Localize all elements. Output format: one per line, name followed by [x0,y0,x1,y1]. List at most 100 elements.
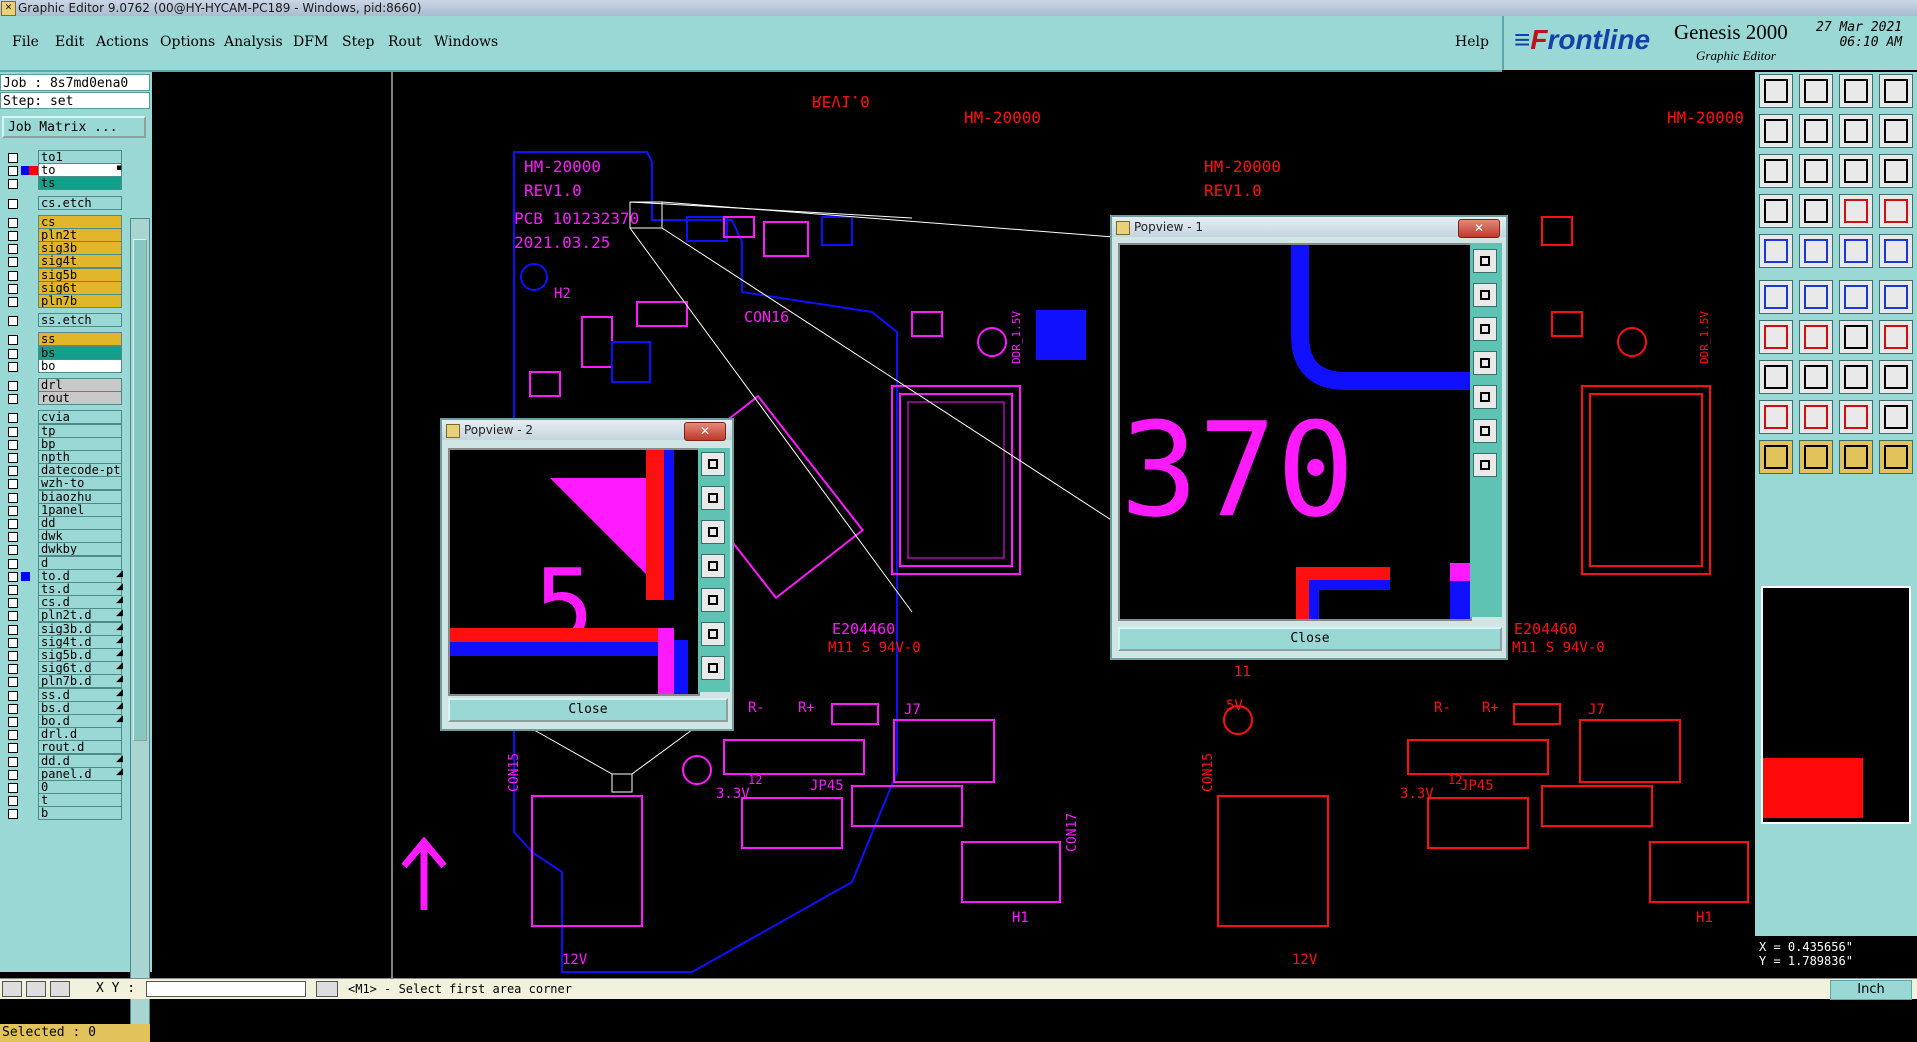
layer-checkbox[interactable] [8,571,18,582]
slot-icon[interactable] [1839,400,1873,434]
layer-checkbox[interactable] [8,756,18,767]
layer-checkbox[interactable] [8,598,18,609]
popview-print-button[interactable] [1473,317,1497,341]
popview-zoom-button[interactable] [701,452,725,476]
menu-help[interactable]: Help [1455,34,1489,50]
popview-home-button[interactable] [701,486,725,510]
help-icon[interactable] [1879,154,1913,188]
layer-checkbox[interactable] [8,297,18,307]
pause-icon[interactable] [316,981,338,997]
zoom-home-icon[interactable] [1799,154,1833,188]
layer-checkbox[interactable] [8,585,18,595]
layer-name[interactable]: dd [38,516,122,530]
layer-name[interactable]: dd.d [38,753,122,768]
triangle-icon[interactable] [1759,400,1793,434]
layer-name[interactable]: ss.etch [38,313,122,328]
layer-checkbox[interactable] [8,153,18,163]
popview-back-button[interactable] [1473,351,1497,375]
layer-row-b[interactable]: b [2,806,122,821]
popview-2-close-x[interactable]: ✕ [684,422,726,441]
layer-checkbox[interactable] [8,198,18,209]
text-icon[interactable] [1879,320,1913,354]
drill-icon[interactable] [1799,400,1833,434]
layer-name[interactable]: pln7b.d [38,674,122,689]
job-matrix-button[interactable]: Job Matrix ... [2,116,146,138]
select-tool-icon[interactable] [2,981,22,997]
layer-checkbox[interactable] [8,545,18,556]
snap-tool-icon[interactable] [26,981,46,997]
layer-checkbox[interactable] [8,426,18,437]
layer-checkbox[interactable] [8,519,18,529]
add-pad-icon[interactable] [1759,234,1793,268]
xy-input[interactable] [146,981,306,997]
layer-name[interactable]: sig6t [38,280,122,295]
menu-rout[interactable]: Rout [388,34,422,50]
pointer-icon[interactable] [1759,440,1793,474]
layer-checkbox[interactable] [8,651,18,661]
dimension-icon[interactable] [1879,440,1913,474]
layer-checkbox[interactable] [8,244,18,255]
layer-checkbox[interactable] [8,796,18,807]
popview-1-window[interactable]: Popview - 1 ✕ 370 Close [1110,215,1508,660]
layer-name[interactable]: sig6t.d [38,661,122,676]
layer-checkbox[interactable] [8,316,18,327]
popview-fit-button[interactable] [1473,419,1497,443]
line-icon[interactable] [1799,320,1833,354]
angle-icon[interactable] [1759,320,1793,354]
layer-checkbox[interactable] [8,690,18,701]
layer-checkbox[interactable] [8,783,18,793]
layer-name[interactable]: 1panel [38,502,122,517]
layer-name[interactable]: cvia [38,410,122,425]
popview-1-titlebar[interactable]: Popview - 1 [1112,217,1506,237]
move-icon[interactable] [1759,360,1793,394]
layer-row-rout[interactable]: rout [2,391,122,406]
layer-name[interactable]: rout.d [38,740,122,755]
popview-home-button[interactable] [1473,283,1497,307]
layer-name[interactable]: dwk [38,529,122,544]
layer-name[interactable]: sig4t [38,254,122,269]
layer-name[interactable]: sig5b.d [38,648,122,662]
snap-icon[interactable] [1879,114,1913,148]
touch-icon[interactable] [1839,440,1873,474]
layer-checkbox[interactable] [8,394,18,405]
add-line-icon[interactable] [1799,234,1833,268]
route-icon[interactable] [1879,280,1913,314]
layer-name[interactable]: bs.d [38,700,122,715]
layer-name[interactable]: rout [38,391,122,406]
add-surface-icon[interactable] [1839,234,1873,268]
layer-name[interactable]: panel.d [38,766,122,781]
layer-name[interactable]: drl [38,378,122,392]
layer-name[interactable]: sig3b.d [38,621,122,636]
popview-fit-button[interactable] [701,622,725,646]
layer-name[interactable]: to [38,163,122,178]
layer-name[interactable]: sig4t.d [38,634,122,649]
layer-checkbox[interactable] [8,335,18,346]
overview-map[interactable] [1761,586,1911,824]
layer-checkbox[interactable] [8,231,18,241]
layer-name[interactable]: to.d [38,568,122,583]
measure-icon[interactable] [1759,194,1793,228]
copy-icon[interactable] [1879,360,1913,394]
menu-windows[interactable]: Windows [434,34,498,50]
zoom-ratio-icon[interactable] [1839,154,1873,188]
layer-checkbox[interactable] [8,703,18,714]
layer-name[interactable]: datecode-pt [38,463,122,478]
layer-name[interactable]: b [38,806,122,821]
layer-checkbox[interactable] [8,348,18,359]
popview-1-close-x[interactable]: ✕ [1458,219,1500,238]
layer-checkbox[interactable] [8,624,18,635]
popview-1-close-button[interactable]: Close [1118,627,1502,651]
layer-checkbox[interactable] [8,179,18,190]
menu-options[interactable]: Options [160,34,215,50]
layer-name[interactable]: d [38,555,122,570]
features-icon[interactable] [1839,194,1873,228]
layer-name[interactable]: ts [38,176,122,191]
layer-checkbox[interactable] [8,439,18,450]
layer-name[interactable]: ss [38,332,122,347]
popview-2-window[interactable]: Popview - 2 ✕ 5 Close [440,418,734,731]
select-feature-icon[interactable] [1799,280,1833,314]
layer-checkbox[interactable] [8,743,18,754]
layer-checkbox[interactable] [8,730,18,741]
layer-checkbox[interactable] [8,166,18,177]
layer-checkbox[interactable] [8,466,18,477]
